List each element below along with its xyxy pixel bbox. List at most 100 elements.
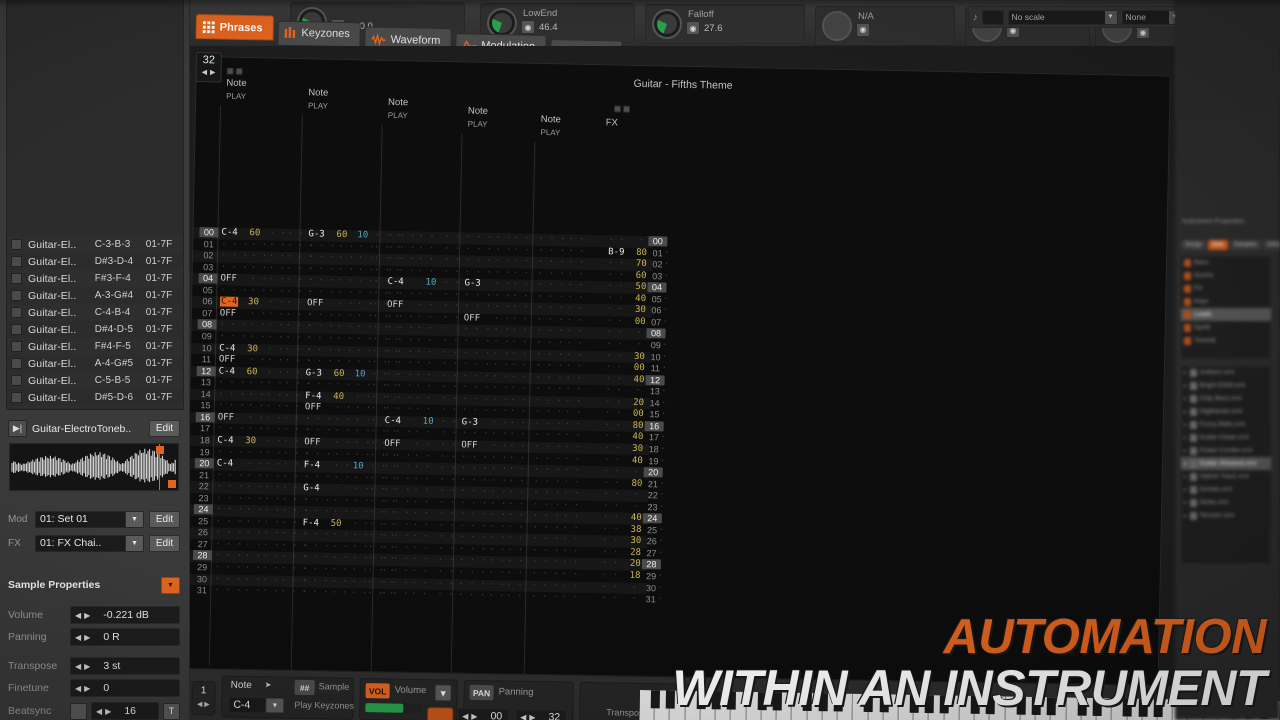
piano-black-key[interactable] — [1031, 696, 1041, 715]
knob-cell[interactable]: Falloff ◉ 27.6 — [645, 4, 805, 45]
file-row[interactable]: ▸ Guitar-Combo.xrni — [1181, 444, 1271, 457]
delay-field[interactable]: ◀ ▶ 00 — [457, 707, 510, 720]
property-spinner[interactable]: ◀ ▶ 0 — [70, 679, 180, 697]
fx-value-cell[interactable]: 18 — [630, 571, 641, 581]
piano-black-key[interactable] — [757, 692, 767, 711]
mod-edit-button[interactable]: Edit — [149, 510, 180, 528]
fx-value-cell[interactable]: 30 — [630, 536, 641, 546]
piano-black-key[interactable] — [909, 694, 919, 713]
browser-tab[interactable]: Disk — [1208, 240, 1228, 250]
folder-row[interactable]: Synth — [1181, 321, 1271, 334]
piano-black-key[interactable] — [1092, 697, 1102, 717]
fx-value-cell[interactable]: 80 — [633, 421, 644, 431]
loop-start-marker[interactable] — [156, 446, 164, 454]
note-cell[interactable]: C-4 — [219, 366, 235, 376]
note-cell[interactable]: OFF — [387, 300, 403, 310]
knob-dial[interactable] — [652, 9, 682, 40]
folder-row[interactable]: Leads — [1181, 308, 1271, 321]
piano-black-key[interactable] — [711, 691, 721, 710]
scale-select[interactable]: No scale ▼ — [1007, 9, 1118, 25]
sample-enable-checkbox[interactable] — [11, 307, 22, 318]
note-cell[interactable]: OFF — [219, 355, 235, 365]
note-cell[interactable]: OFF — [305, 403, 321, 413]
sample-enable-checkbox[interactable] — [11, 324, 22, 335]
piano-black-key[interactable] — [1138, 698, 1148, 717]
sample-list-row[interactable]: Guitar-El.. F#4-F-5 01-7F — [7, 338, 183, 355]
increment-icon[interactable]: ▶ — [84, 684, 90, 693]
note-cell[interactable]: G-4 — [303, 483, 319, 493]
piano-white-key[interactable] — [1005, 696, 1026, 720]
file-row[interactable]: ▸ Chip Bass.xrni — [1181, 392, 1271, 405]
note-value-select[interactable]: C-4 ▼ — [228, 696, 285, 714]
folder-row[interactable]: Tutorial — [1181, 334, 1271, 347]
fx-value-cell[interactable]: 30 — [634, 351, 645, 361]
folder-row[interactable]: Bass — [1181, 256, 1271, 269]
volume-cell[interactable]: 50 — [331, 519, 342, 529]
piano-black-key[interactable] — [879, 694, 889, 713]
increment-icon[interactable]: ▶ — [529, 712, 535, 720]
fx-value-cell[interactable]: 20 — [630, 559, 641, 569]
fx-value-cell[interactable]: 30 — [632, 444, 643, 454]
sample-edit-button[interactable]: Edit — [149, 420, 180, 437]
piano-white-key[interactable] — [1111, 698, 1133, 720]
note-cell[interactable]: OFF — [307, 299, 323, 309]
fx-value-cell[interactable]: 00 — [635, 317, 646, 327]
chevron-down-icon[interactable]: ▼ — [265, 698, 284, 713]
piano-black-key[interactable] — [1122, 698, 1133, 717]
note-cell[interactable]: C-4 — [221, 228, 237, 238]
decrement-icon[interactable]: ◀ — [96, 707, 102, 716]
fx-value-cell[interactable]: 20 — [633, 398, 644, 408]
note-cell[interactable]: F-4 — [305, 391, 321, 401]
piano-black-key[interactable] — [665, 690, 676, 709]
note-cell[interactable]: G-3 — [306, 368, 322, 378]
play-icon[interactable]: ▶| — [8, 420, 27, 437]
fx-chain-select[interactable]: 01: FX Chai.. ▼ — [35, 534, 144, 552]
piano-black-key[interactable] — [696, 690, 706, 710]
piano-black-key[interactable] — [818, 693, 828, 712]
pan-tag[interactable]: PAN — [469, 684, 494, 701]
vol-tag[interactable]: VOL — [365, 683, 390, 699]
volume-cell[interactable]: 30 — [248, 297, 259, 307]
volume-cell[interactable]: 60 — [249, 228, 260, 238]
fx-value-cell[interactable]: 80 — [631, 478, 642, 488]
fx-value-cell[interactable]: 50 — [635, 282, 646, 292]
piano-black-key[interactable] — [726, 691, 737, 710]
increment-icon[interactable]: ▶ — [84, 611, 90, 620]
step-nav[interactable]: ◀ ▶ — [192, 700, 214, 708]
increment-icon[interactable]: ▶ — [84, 633, 90, 642]
piano-white-key[interactable] — [898, 694, 919, 720]
piano-black-key[interactable] — [924, 694, 935, 714]
decrement-icon[interactable]: ◀ — [75, 684, 81, 693]
loop-end-marker[interactable] — [168, 480, 176, 488]
fx-value-cell[interactable]: 30 — [635, 305, 646, 315]
folder-row[interactable]: Drums — [1181, 269, 1271, 282]
note-cell[interactable]: OFF — [464, 313, 480, 323]
sample-waveform-display[interactable] — [9, 443, 179, 491]
sample-list-row[interactable]: Guitar-El.. A-3-G#4 01-7F — [7, 287, 183, 304]
transpose-mini-field[interactable] — [981, 9, 1004, 25]
fx-value-cell[interactable]: 38 — [630, 525, 641, 535]
decrement-icon[interactable]: ◀ — [462, 711, 468, 720]
file-row[interactable]: ▸ Bright EDM.xrni — [1181, 379, 1271, 392]
piano-black-key[interactable] — [970, 695, 980, 714]
note-cell[interactable]: OFF — [220, 308, 236, 318]
property-spinner[interactable]: ◀ ▶ 16 — [91, 702, 159, 720]
fx-value-cell[interactable]: 70 — [636, 259, 647, 269]
sample-list-row[interactable]: Guitar-El.. F#3-F-4 01-7F — [7, 270, 183, 287]
piano-black-key[interactable] — [650, 690, 660, 709]
sample-enable-checkbox[interactable] — [11, 409, 22, 410]
piano-black-key[interactable] — [1077, 697, 1087, 716]
piano-white-key[interactable] — [959, 695, 980, 720]
folder-tree[interactable]: Bass Drums FX Keys Leads Synth Tutorial — [1180, 255, 1272, 360]
file-row[interactable]: ▸ Digiblaster.xrni — [1181, 405, 1271, 418]
note-cell[interactable]: F-4 — [304, 460, 320, 470]
sample-list-row[interactable]: Guitar-El.. A-4-G#5 01-7F — [7, 355, 183, 372]
note-cell[interactable]: OFF — [220, 274, 236, 284]
note-cell[interactable]: OFF — [304, 437, 320, 447]
piano-black-key[interactable] — [940, 695, 950, 714]
property-spinner[interactable]: ◀ ▶ -0.221 dB — [70, 606, 180, 624]
volume-cell[interactable]: 60 — [247, 367, 258, 377]
decrement-icon[interactable]: ◀ — [75, 662, 81, 671]
sample-enable-checkbox[interactable] — [11, 273, 22, 284]
note-cell[interactable]: C-4 — [219, 343, 235, 353]
